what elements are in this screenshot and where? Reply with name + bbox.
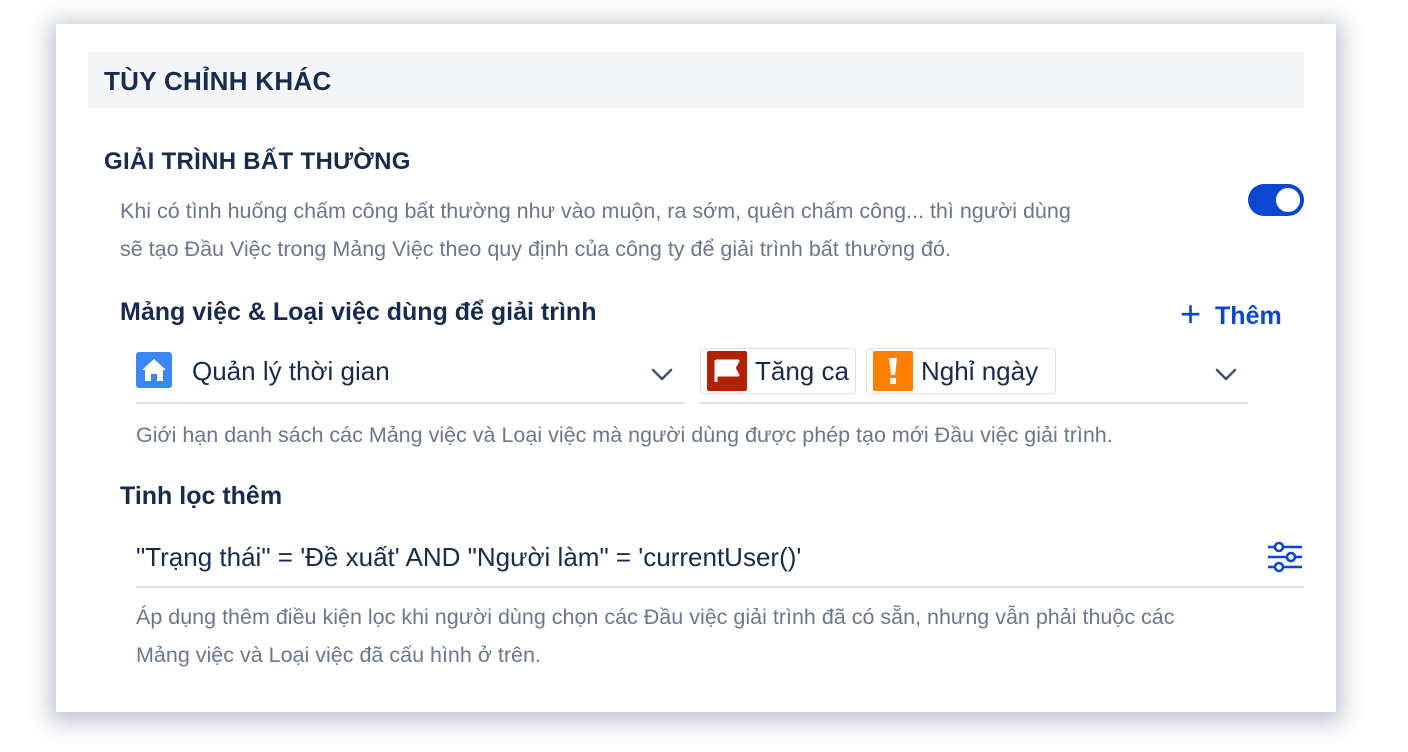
filter-description-line-1: Áp dụng thêm điều kiện lọc khi người dùn…	[136, 605, 1175, 629]
settings-card: TÙY CHỈNH KHÁC GIẢI TRÌNH BẤT THƯỜNG Khi…	[56, 24, 1336, 712]
add-button-label: Thêm	[1215, 301, 1282, 330]
add-button[interactable]: + Thêm	[1180, 296, 1282, 336]
project-select[interactable]: Quản lý thời gian	[136, 346, 684, 404]
house-icon	[136, 352, 172, 388]
projects-label: Mảng việc & Loại việc dùng để giải trình	[120, 298, 597, 326]
issue-type-select[interactable]: Tăng ca Nghỉ ngày	[700, 346, 1248, 404]
flag-icon	[707, 351, 747, 391]
issue-type-label: Tăng ca	[755, 355, 849, 386]
chevron-down-icon[interactable]	[1212, 360, 1240, 388]
issue-type-chip-leave[interactable]: Nghỉ ngày	[866, 348, 1056, 394]
filter-description: Áp dụng thêm điều kiện lọc khi người dùn…	[136, 598, 1304, 674]
filter-input[interactable]: "Trạng thái" = 'Đề xuất' AND "Người làm"…	[136, 532, 1304, 588]
issue-type-chip-overtime[interactable]: Tăng ca	[700, 348, 856, 394]
section-header: TÙY CHỈNH KHÁC	[88, 52, 1304, 108]
sliders-icon[interactable]	[1266, 538, 1304, 576]
filter-value: "Trạng thái" = 'Đề xuất' AND "Người làm"…	[136, 542, 802, 572]
anomaly-title: GIẢI TRÌNH BẤT THƯỜNG	[104, 148, 411, 175]
toggle-knob	[1276, 188, 1300, 212]
exclamation-icon	[873, 351, 913, 391]
filter-description-line-2: Mảng việc và Loại việc đã cấu hình ở trê…	[136, 643, 541, 667]
anomaly-toggle[interactable]	[1248, 184, 1304, 216]
filter-label: Tinh lọc thêm	[120, 482, 283, 510]
chevron-down-icon[interactable]	[648, 360, 676, 388]
plus-icon: +	[1180, 293, 1202, 334]
anomaly-description-line-1: Khi có tình huống chấm công bất thường n…	[120, 199, 1071, 223]
projects-hint: Giới hạn danh sách các Mảng việc và Loại…	[136, 423, 1113, 447]
anomaly-description: Khi có tình huống chấm công bất thường n…	[120, 192, 1200, 268]
section-title: TÙY CHỈNH KHÁC	[104, 66, 332, 96]
project-name: Quản lý thời gian	[192, 356, 390, 386]
issue-type-label: Nghỉ ngày	[921, 355, 1039, 386]
anomaly-description-line-2: sẽ tạo Đầu Việc trong Mảng Việc theo quy…	[120, 237, 951, 261]
